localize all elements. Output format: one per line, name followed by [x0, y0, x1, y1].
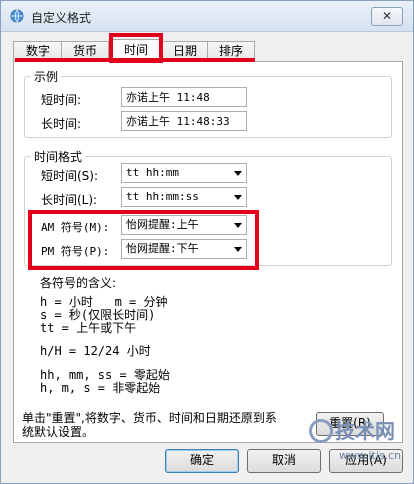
symbols-line-6: h, m, s = 非零起始	[40, 381, 161, 395]
symbols-heading: 各符号的含义:	[40, 276, 117, 290]
custom-format-dialog: 自定义格式 ✕ 数字 货币 时间 日期 排序 示例 短时间: 亦诺上午 11:4…	[0, 0, 414, 484]
title-bar: 自定义格式 ✕	[1, 1, 413, 32]
long-time-select[interactable]: tt hh:mm:ss	[121, 187, 247, 207]
example-group: 示例 短时间: 亦诺上午 11:48 长时间: 亦诺上午 11:48:33	[24, 68, 392, 138]
globe-settings-icon	[10, 9, 24, 23]
example-short-value: 亦诺上午 11:48	[121, 87, 247, 107]
reset-description-line-1: 单击"重置",将数字、货币、时间和日期还原到系	[22, 411, 277, 425]
ok-button[interactable]: 确定	[165, 449, 239, 473]
symbols-line-4: h/H = 12/24 小时	[40, 344, 151, 358]
example-group-title: 示例	[31, 68, 62, 85]
site-watermark: 技术网 www.itjs.cn	[301, 413, 413, 483]
time-format-group-title: 时间格式	[31, 148, 86, 165]
close-button[interactable]: ✕	[371, 7, 403, 26]
short-time-select[interactable]: tt hh:mm	[121, 163, 247, 183]
long-time-value: tt hh:mm:ss	[126, 190, 199, 203]
reset-description-line-2: 统默认设置。	[22, 425, 95, 439]
highlight-tab-underline	[15, 58, 255, 66]
example-short-label: 短时间:	[41, 93, 82, 107]
example-long-value: 亦诺上午 11:48:33	[121, 111, 247, 131]
watermark-brand: 技术网	[335, 419, 395, 443]
chevron-down-icon	[234, 195, 242, 200]
example-long-label: 长时间:	[41, 117, 82, 131]
symbols-line-3: tt = 上午或下午	[40, 321, 137, 335]
short-time-label: 短时间(S):	[41, 169, 99, 183]
window-title: 自定义格式	[31, 11, 92, 25]
chevron-down-icon	[234, 171, 242, 176]
watermark-logo-icon	[309, 419, 333, 443]
long-time-label: 长时间(L):	[41, 193, 98, 207]
short-time-value: tt hh:mm	[126, 166, 179, 179]
highlight-am-pm-fields	[28, 210, 259, 270]
watermark-site: www.itjs.cn	[339, 449, 402, 462]
